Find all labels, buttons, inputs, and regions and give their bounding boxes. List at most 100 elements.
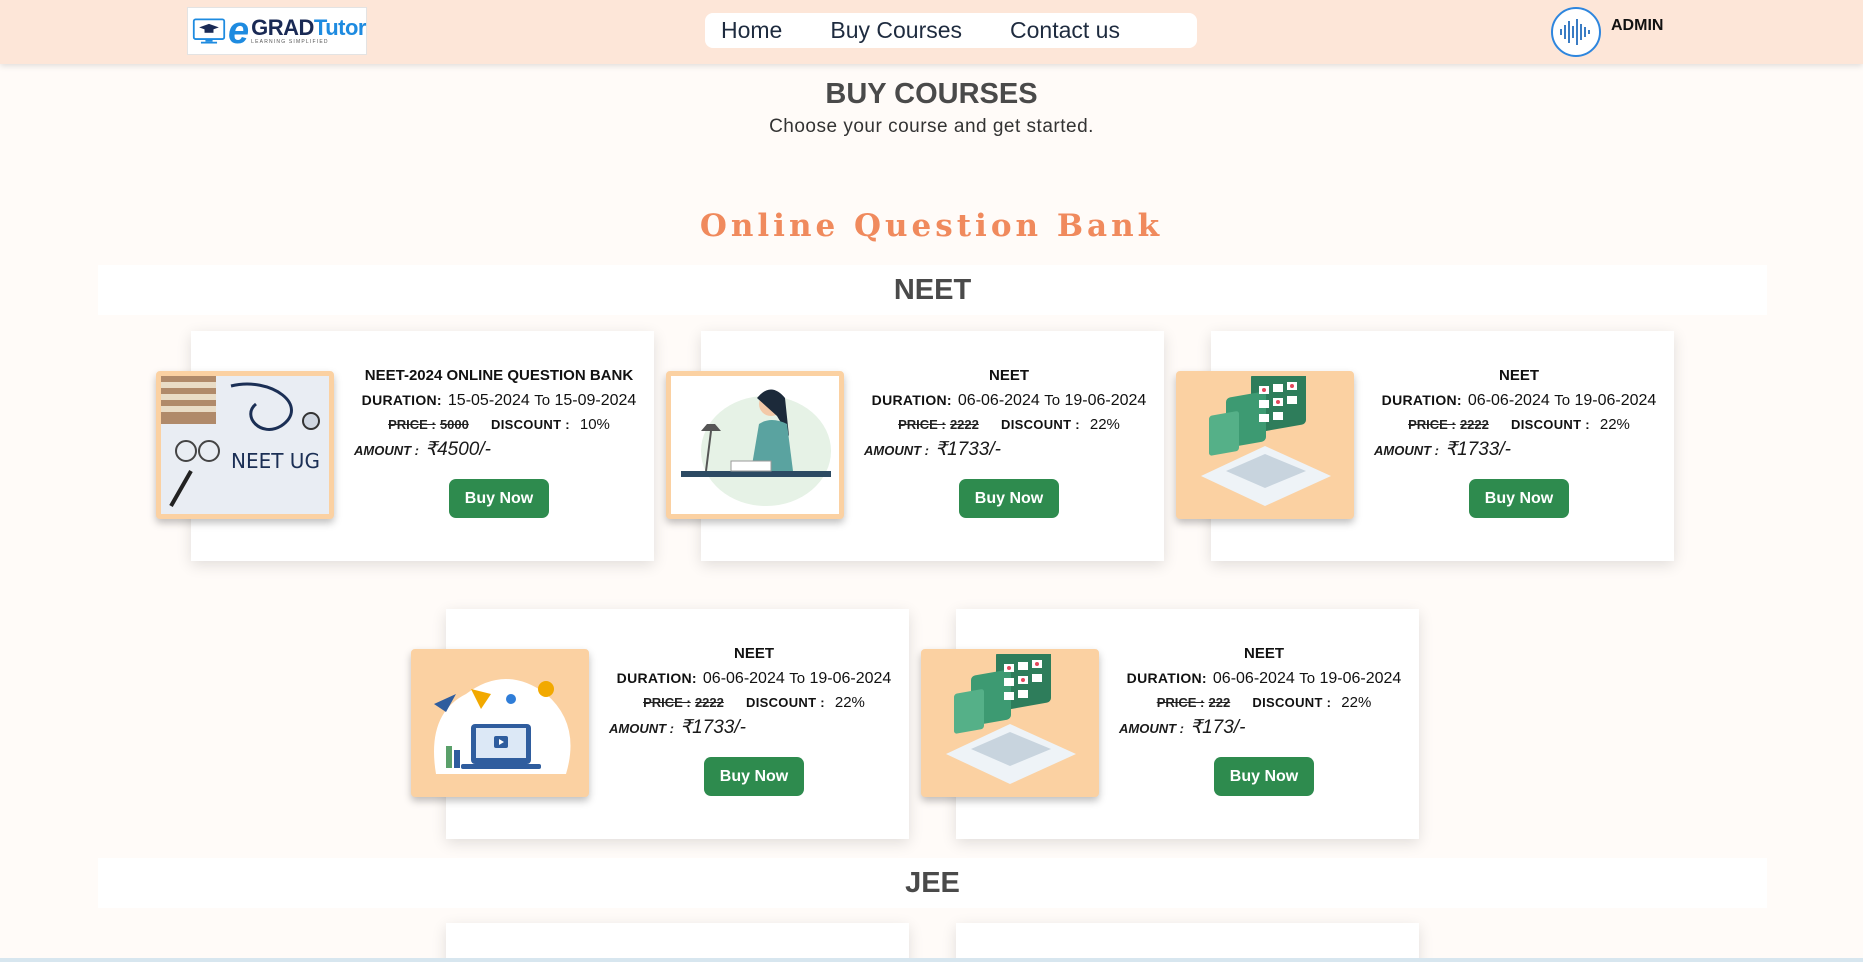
category-heading-jee: JEE bbox=[98, 858, 1767, 908]
price-value: 5000 bbox=[439, 417, 469, 432]
duration-start: 06-06-2024 bbox=[702, 670, 785, 687]
buy-now-button[interactable]: Buy Now bbox=[1214, 757, 1314, 796]
course-duration: DURATION: 06-06-2024 To 19-06-2024 bbox=[1119, 670, 1409, 688]
discount-value: 10% bbox=[579, 416, 610, 433]
course-card: NEET UG NEET-2024 ONLINE QUESTION BANK D… bbox=[156, 331, 654, 561]
course-thumbnail-neet-ug: NEET UG bbox=[156, 371, 334, 519]
price-label: PRICE : bbox=[1408, 417, 1456, 432]
amount-label: AMOUNT : bbox=[609, 721, 674, 736]
buy-now-button[interactable]: Buy Now bbox=[449, 479, 549, 518]
nav-buy-courses[interactable]: Buy Courses bbox=[830, 17, 962, 44]
page-title: BUY COURSES bbox=[825, 78, 1038, 110]
student-studying-illustration bbox=[671, 376, 839, 514]
duration-start: 15-05-2024 bbox=[447, 392, 530, 409]
discount-label: DISCOUNT : bbox=[746, 695, 825, 710]
price-value: 2222 bbox=[694, 695, 724, 710]
duration-to: To bbox=[534, 392, 551, 409]
duration-start: 06-06-2024 bbox=[957, 392, 1040, 409]
duration-to: To bbox=[1554, 392, 1571, 409]
course-duration: DURATION: 06-06-2024 To 19-06-2024 bbox=[1374, 392, 1664, 410]
discount-label: DISCOUNT : bbox=[1511, 417, 1590, 432]
course-title: NEET bbox=[733, 645, 774, 662]
course-amount-row: AMOUNT : ₹4500/- bbox=[354, 438, 644, 461]
amount-label: AMOUNT : bbox=[1374, 443, 1439, 458]
user-name: ADMIN bbox=[1611, 17, 1664, 34]
price-label: PRICE : bbox=[388, 417, 436, 432]
course-title: NEET bbox=[988, 367, 1029, 384]
discount-value: 22% bbox=[1341, 694, 1372, 711]
duration-end: 19-06-2024 bbox=[1574, 392, 1657, 409]
category-heading-neet: NEET bbox=[98, 265, 1767, 315]
amount-label: AMOUNT : bbox=[354, 443, 419, 458]
avatar[interactable] bbox=[1551, 7, 1601, 57]
course-price-row: PRICE : 2222 DISCOUNT : 22% bbox=[864, 416, 1154, 433]
discount-label: DISCOUNT : bbox=[1252, 695, 1332, 710]
course-thumbnail-online-test bbox=[1176, 371, 1354, 519]
logo-e: e bbox=[228, 10, 250, 52]
page-subtitle: Choose your course and get started. bbox=[769, 116, 1094, 137]
discount-value: 22% bbox=[1089, 416, 1120, 433]
logo-grad: GRAD bbox=[251, 15, 314, 40]
course-price-row: PRICE : 2222 DISCOUNT : 22% bbox=[1374, 416, 1664, 433]
egradtutor-logo[interactable]: e GRADTutor LEARNING SIMPLIFIED bbox=[187, 7, 367, 55]
amount-value: ₹1733/- bbox=[680, 717, 746, 738]
course-amount-row: AMOUNT : ₹1733/- bbox=[609, 716, 899, 739]
amount-value: ₹1733/- bbox=[935, 439, 1001, 460]
course-card: NEET DURATION: 06-06-2024 To 19-06-2024 P… bbox=[666, 331, 1164, 561]
discount-label: DISCOUNT : bbox=[491, 417, 570, 432]
soundwave-icon bbox=[1560, 19, 1590, 45]
duration-end: 19-06-2024 bbox=[1064, 392, 1147, 409]
duration-end: 19-06-2024 bbox=[1319, 670, 1402, 687]
duration-label: DURATION: bbox=[1126, 670, 1207, 686]
course-amount-row: AMOUNT : ₹173/- bbox=[1119, 716, 1409, 739]
course-duration: DURATION: 06-06-2024 To 19-06-2024 bbox=[864, 392, 1154, 410]
page-bottom-border bbox=[0, 958, 1863, 962]
price-value: 222 bbox=[1208, 695, 1231, 710]
course-card: NEET DURATION: 06-06-2024 To 19-06-2024 P… bbox=[1176, 331, 1674, 561]
online-test-illustration bbox=[926, 654, 1094, 792]
top-navbar: e GRADTutor LEARNING SIMPLIFIED Home Buy… bbox=[0, 0, 1863, 64]
buy-now-button[interactable]: Buy Now bbox=[959, 479, 1059, 518]
main-nav: Home Buy Courses Contact us bbox=[705, 13, 1197, 48]
logo-tagline: LEARNING SIMPLIFIED bbox=[251, 39, 329, 45]
buy-now-button[interactable]: Buy Now bbox=[704, 757, 804, 796]
price-label: PRICE : bbox=[643, 695, 691, 710]
price-value: 2222 bbox=[949, 417, 979, 432]
amount-value: ₹173/- bbox=[1190, 717, 1246, 738]
duration-end: 19-06-2024 bbox=[809, 670, 892, 687]
user-menu[interactable]: ADMIN bbox=[1551, 7, 1663, 57]
duration-label: DURATION: bbox=[361, 392, 442, 408]
logo-tutor: Tutor bbox=[313, 15, 367, 40]
neet-ug-photo: NEET UG bbox=[161, 376, 329, 514]
monitor-graduation-cap-icon bbox=[192, 18, 226, 44]
section-title: Online Question Bank bbox=[699, 208, 1164, 244]
course-thumbnail-student bbox=[666, 371, 844, 519]
amount-label: AMOUNT : bbox=[864, 443, 929, 458]
duration-label: DURATION: bbox=[616, 670, 697, 686]
course-duration: DURATION: 06-06-2024 To 19-06-2024 bbox=[609, 670, 899, 688]
course-card: NEET DURATION: 06-06-2024 To 19-06-2024 P… bbox=[411, 609, 909, 839]
nav-contact-us[interactable]: Contact us bbox=[1010, 17, 1120, 44]
online-test-illustration bbox=[1181, 376, 1349, 514]
buy-now-button[interactable]: Buy Now bbox=[1469, 479, 1569, 518]
course-title: NEET bbox=[1243, 645, 1284, 662]
course-title: NEET bbox=[1498, 367, 1539, 384]
duration-to: To bbox=[1299, 670, 1316, 687]
amount-label: AMOUNT : bbox=[1119, 721, 1184, 736]
online-learning-illustration bbox=[416, 654, 584, 792]
duration-start: 06-06-2024 bbox=[1212, 670, 1295, 687]
price-label: PRICE : bbox=[898, 417, 946, 432]
course-thumbnail-online-learning bbox=[411, 649, 589, 797]
duration-start: 06-06-2024 bbox=[1467, 392, 1550, 409]
svg-text:NEET UG: NEET UG bbox=[231, 449, 320, 473]
duration-to: To bbox=[1044, 392, 1061, 409]
price-value: 2222 bbox=[1459, 417, 1489, 432]
nav-home[interactable]: Home bbox=[721, 17, 782, 44]
course-price-row: PRICE : 5000 DISCOUNT : 10% bbox=[354, 416, 644, 433]
course-card bbox=[956, 923, 1419, 962]
course-duration: DURATION: 15-05-2024 To 15-09-2024 bbox=[354, 392, 644, 410]
course-card bbox=[446, 923, 909, 962]
price-label: PRICE : bbox=[1156, 695, 1205, 710]
discount-label: DISCOUNT : bbox=[1001, 417, 1080, 432]
course-thumbnail-online-test bbox=[921, 649, 1099, 797]
